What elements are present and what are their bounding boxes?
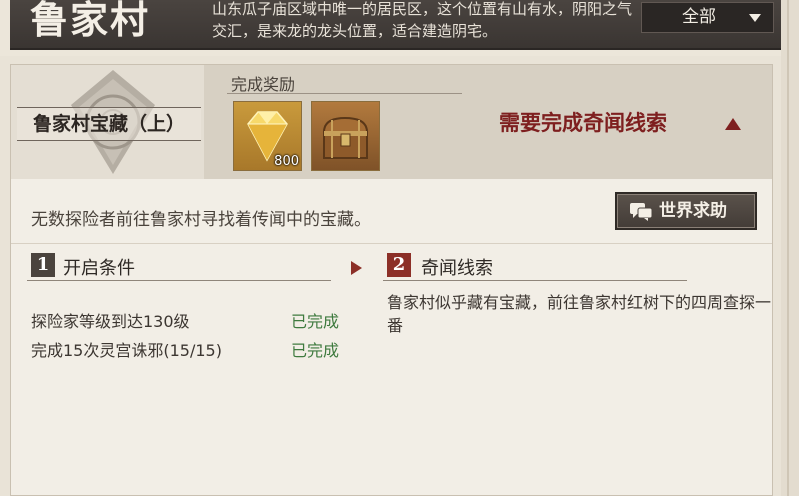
section-title-conditions: 开启条件 xyxy=(63,258,135,279)
condition-status: 已完成 xyxy=(291,341,340,360)
condition-item: 探险家等级到达130级 xyxy=(31,312,190,331)
chat-bubble-icon xyxy=(630,203,653,221)
side-scroll-track xyxy=(781,0,799,496)
reward-label: 完成奖励 xyxy=(231,75,296,94)
filter-dropdown[interactable]: 全部 xyxy=(641,2,774,33)
reward-divider xyxy=(227,93,462,94)
requirement-toggle[interactable]: 需要完成奇闻线索 xyxy=(499,107,667,137)
world-help-button[interactable]: 世界求助 xyxy=(615,192,757,230)
chevron-down-icon xyxy=(749,14,761,22)
quest-name: 鲁家村宝藏（上） xyxy=(17,107,201,141)
section-underline xyxy=(383,280,687,281)
world-help-label: 世界求助 xyxy=(659,201,727,221)
reward-count: 800 xyxy=(274,154,299,169)
section-number-badge: 1 xyxy=(31,253,55,277)
reward-item-gold[interactable]: 800 xyxy=(233,101,302,171)
treasure-chest-icon xyxy=(322,116,369,159)
quest-description: 无数探险者前往鲁家村寻找着传闻中的宝藏。 xyxy=(31,210,371,230)
quest-emblem-area: 鲁家村宝藏（上） xyxy=(11,65,204,179)
triangle-up-icon[interactable] xyxy=(725,118,741,130)
section-number-badge: 2 xyxy=(387,253,411,277)
condition-status: 已完成 xyxy=(291,312,340,331)
quest-card-header: 鲁家村宝藏（上） 完成奖励 800 需要完成奇闻线索 xyxy=(11,65,772,179)
card-divider xyxy=(11,243,772,244)
arrow-right-icon xyxy=(351,261,362,275)
filter-dropdown-value: 全部 xyxy=(682,7,716,27)
header-panel: 鲁家村 山东瓜子庙区域中唯一的居民区，这个位置有山有水，阴阳之气交汇，是来龙的龙… xyxy=(10,0,781,50)
village-description: 山东瓜子庙区域中唯一的居民区，这个位置有山有水，阴阳之气交汇，是来龙的龙头位置，… xyxy=(212,0,633,40)
top-bar: 鲁家村 山东瓜子庙区域中唯一的居民区，这个位置有山有水，阴阳之气交汇，是来龙的龙… xyxy=(0,0,799,56)
village-title: 鲁家村 xyxy=(30,0,151,42)
section-underline xyxy=(27,280,331,281)
condition-item: 完成15次灵宫诛邪(15/15) xyxy=(31,341,222,360)
section-title-clue: 奇闻线索 xyxy=(421,258,493,279)
clue-text: 鲁家村似乎藏有宝藏，前往鲁家村红树下的四周查探一番 xyxy=(387,293,772,335)
quest-card: 鲁家村宝藏（上） 完成奖励 800 需要完成奇闻线索 无数探险者前往鲁家村寻找着… xyxy=(10,64,773,496)
reward-item-chest[interactable] xyxy=(311,101,380,171)
